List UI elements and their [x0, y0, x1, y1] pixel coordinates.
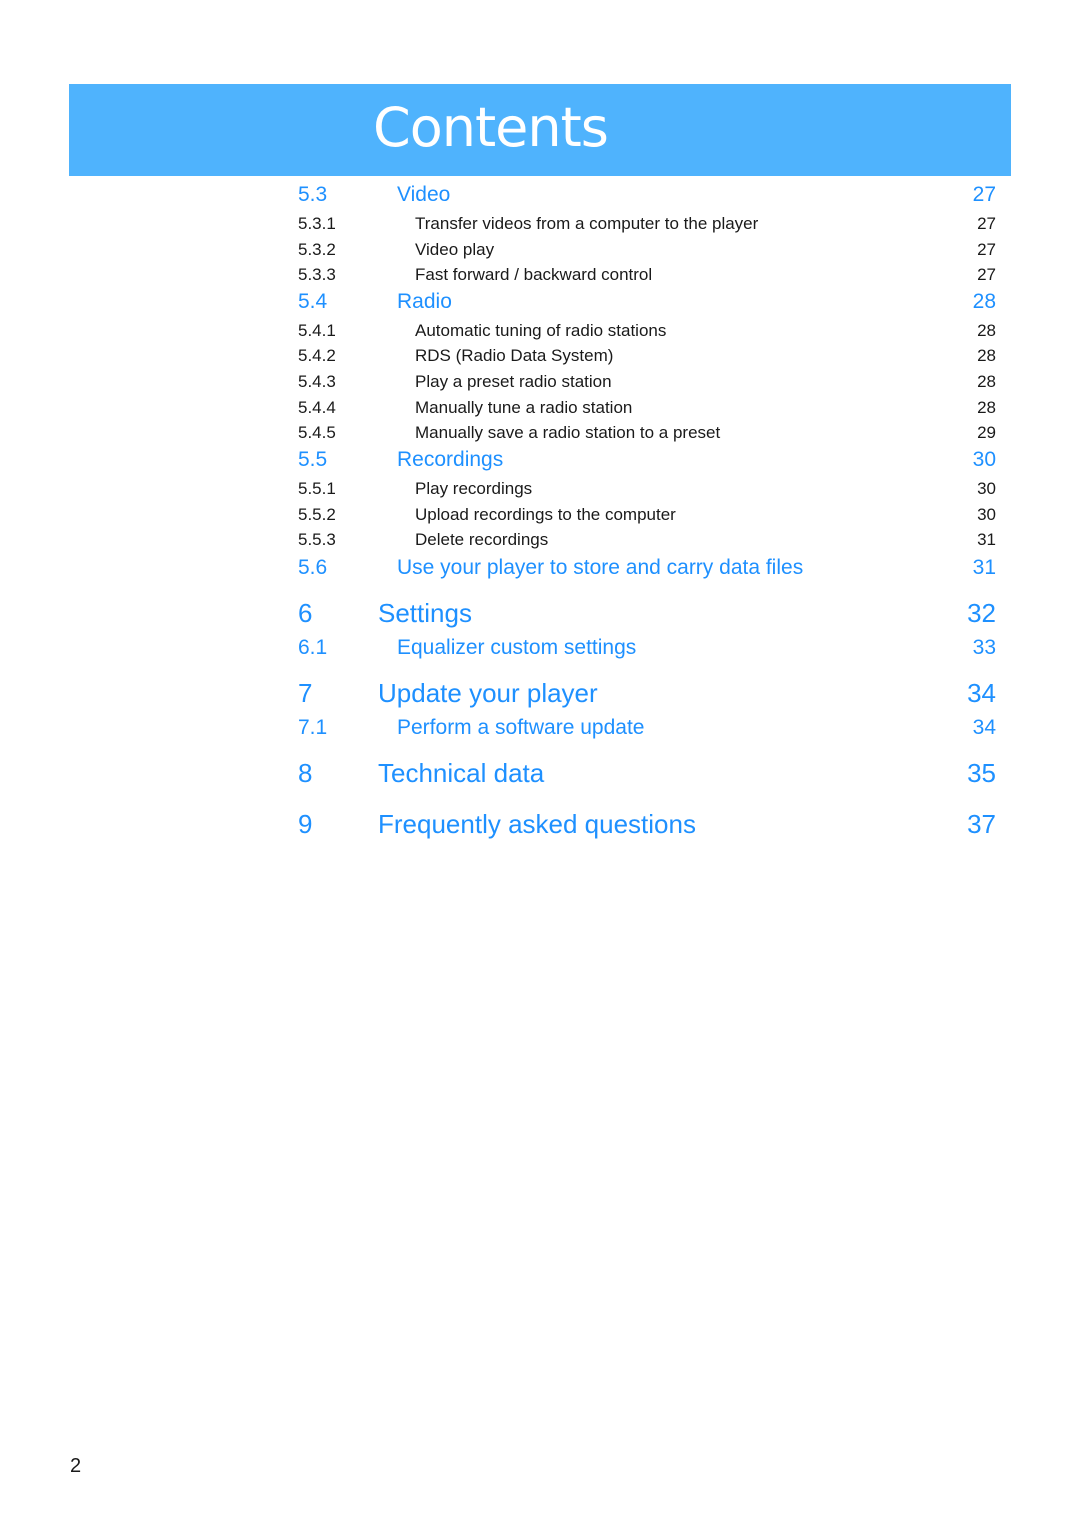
toc-entry-page: 33	[972, 636, 996, 659]
toc-entry[interactable]: 5.3.3 Fast forward / backward control 27	[298, 265, 996, 287]
toc-entry-title: Upload recordings to the computer	[415, 505, 676, 524]
toc-entry-number: 5.3.2	[298, 240, 336, 259]
toc-entry-number: 9	[298, 809, 313, 839]
toc-entry[interactable]: 5.5.2 Upload recordings to the computer …	[298, 505, 996, 527]
toc-entry-number: 6.1	[298, 636, 328, 659]
toc-entry[interactable]: 5.4.1 Automatic tuning of radio stations…	[298, 321, 996, 343]
toc-entry[interactable]: 5.4.3 Play a preset radio station 28	[298, 372, 996, 394]
toc-entry-title: RDS (Radio Data System)	[415, 346, 614, 365]
toc-entry-number: 5.4.1	[298, 321, 336, 340]
toc-entry-page: 28	[977, 321, 996, 340]
toc-entry-number: 5.4	[298, 290, 328, 313]
toc-entry[interactable]: 5.6 Use your player to store and carry d…	[298, 556, 996, 582]
toc-entry-number: 5.5.2	[298, 505, 336, 524]
toc-entry-number: 5.4.2	[298, 346, 336, 365]
toc-entry-page: 27	[977, 265, 996, 284]
toc-entry[interactable]: 5.4 Radio 28	[298, 290, 996, 316]
toc-entry-number: 5.5	[298, 448, 328, 471]
toc-entry-page: 27	[977, 214, 996, 233]
toc-entry-title: Play recordings	[415, 479, 533, 498]
toc-entry-title: Automatic tuning of radio stations	[415, 321, 667, 340]
toc-entry[interactable]: 5.3.1 Transfer videos from a computer to…	[298, 214, 996, 236]
toc-entry[interactable]: 7.1 Perform a software update 34	[298, 716, 996, 742]
toc-entry-page: 27	[977, 240, 996, 259]
toc-entry[interactable]: 5.5.3 Delete recordings 31	[298, 530, 996, 552]
page-number: 2	[70, 1455, 82, 1477]
toc-entry[interactable]: 5.3.2 Video play 27	[298, 240, 996, 262]
toc-entry-page: 35	[967, 758, 996, 788]
toc-entry-title: Play a preset radio station	[415, 372, 612, 391]
toc-entry[interactable]: 5.5 Recordings 30	[298, 448, 996, 474]
toc-entry-page: 28	[972, 290, 996, 313]
toc-entry[interactable]: 7 Update your player 34	[298, 678, 996, 710]
contents-banner: Contents	[69, 84, 1011, 176]
toc-entry-number: 5.4.4	[298, 398, 336, 417]
page-title: Contents	[373, 96, 609, 159]
toc-entry[interactable]: 5.5.1 Play recordings 30	[298, 479, 996, 501]
toc-entry[interactable]: 5.4.5 Manually save a radio station to a…	[298, 423, 996, 445]
toc-entry-number: 5.5.3	[298, 530, 336, 549]
toc-entry-page: 30	[977, 479, 996, 498]
toc-entry-page: 30	[972, 448, 996, 471]
toc-entry-page: 27	[972, 183, 996, 206]
toc-entry-title: Equalizer custom settings	[397, 636, 637, 659]
toc-entry-title: Video	[397, 183, 451, 206]
toc-entry-page: 31	[977, 530, 996, 549]
toc-entry-page: 28	[977, 398, 996, 417]
toc-entry-page: 37	[967, 809, 996, 839]
toc-entry-page: 29	[977, 423, 996, 442]
toc-entry[interactable]: 5.3 Video 27	[298, 183, 996, 209]
toc-entry-number: 7	[298, 678, 313, 708]
toc-entry-page: 32	[967, 598, 996, 628]
toc-entry-number: 5.5.1	[298, 479, 336, 498]
toc-entry-number: 5.4.5	[298, 423, 336, 442]
toc-entry-title: Video play	[415, 240, 495, 259]
toc-entry-title: Use your player to store and carry data …	[397, 556, 804, 579]
toc-entry-title: Perform a software update	[397, 716, 645, 739]
toc-entry-title: Manually save a radio station to a prese…	[415, 423, 721, 442]
toc-entry-number: 5.3.1	[298, 214, 336, 233]
toc-entry[interactable]: 9 Frequently asked questions 37	[298, 809, 996, 841]
toc-entry-page: 30	[977, 505, 996, 524]
toc-entry-title: Radio	[397, 290, 452, 313]
toc-entry-page: 34	[967, 678, 996, 708]
toc-entry[interactable]: 6 Settings 32	[298, 598, 996, 630]
toc-entry-number: 5.3.3	[298, 265, 336, 284]
toc-entry-title: Settings	[378, 598, 472, 628]
toc-entry-number: 8	[298, 758, 313, 788]
toc-entry-title: Fast forward / backward control	[415, 265, 653, 284]
toc-entry-number: 5.4.3	[298, 372, 336, 391]
toc-entry-title: Technical data	[378, 758, 545, 788]
toc-entry-title: Update your player	[378, 678, 598, 708]
toc-entry-page: 34	[972, 716, 996, 739]
toc-entry-number: 6	[298, 598, 313, 628]
toc-entry-page: 28	[977, 372, 996, 391]
toc-entry-number: 5.6	[298, 556, 328, 579]
toc-entry[interactable]: 8 Technical data 35	[298, 758, 996, 790]
toc-entry-page: 28	[977, 346, 996, 365]
toc-entry-page: 31	[972, 556, 996, 579]
toc-entry-title: Frequently asked questions	[378, 809, 696, 839]
toc-entry-number: 7.1	[298, 716, 328, 739]
toc-entry[interactable]: 5.4.4 Manually tune a radio station 28	[298, 398, 996, 420]
toc-entry-title: Recordings	[397, 448, 504, 471]
toc-entry-title: Manually tune a radio station	[415, 398, 633, 417]
toc-entry[interactable]: 5.4.2 RDS (Radio Data System) 28	[298, 346, 996, 368]
toc-entry[interactable]: 6.1 Equalizer custom settings 33	[298, 636, 996, 662]
toc-entry-number: 5.3	[298, 183, 328, 206]
toc-entry-title: Transfer videos from a computer to the p…	[415, 214, 759, 233]
toc-entry-title: Delete recordings	[415, 530, 549, 549]
